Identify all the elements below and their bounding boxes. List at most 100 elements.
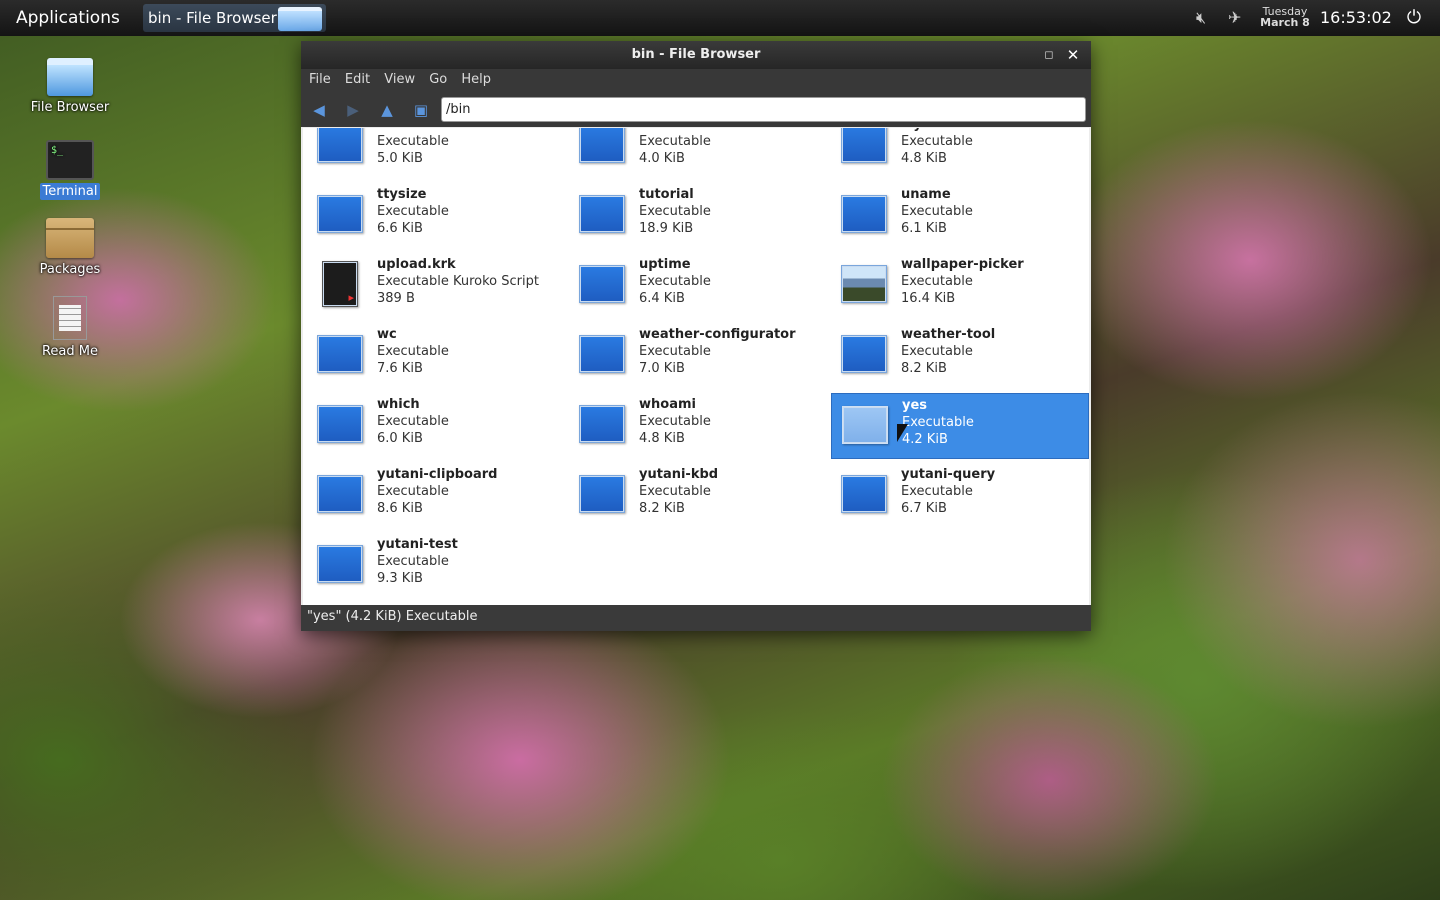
- executable-icon: [317, 335, 363, 373]
- forward-arrow-icon[interactable]: ▶: [341, 98, 365, 122]
- file-item[interactable]: yutani-clipboard Executable 8.6 KiB: [307, 463, 565, 529]
- file-size: 4.0 KiB: [639, 151, 685, 166]
- file-name: tutorial: [639, 187, 694, 202]
- file-item[interactable]: tutorial Executable 18.9 KiB: [569, 183, 827, 249]
- executable-icon: [579, 335, 625, 373]
- file-item[interactable]: yes Executable 4.2 KiB: [831, 393, 1089, 459]
- desktop-icon-packages[interactable]: Packages: [10, 218, 130, 277]
- file-type: Executable: [377, 484, 449, 499]
- file-size: 389 B: [377, 291, 415, 306]
- file-name: upload.krk: [377, 257, 456, 272]
- executable-icon: [842, 406, 888, 444]
- file-name: true: [639, 128, 670, 132]
- power-icon[interactable]: ⏻: [1404, 6, 1424, 30]
- date-day: March 8: [1260, 16, 1310, 29]
- clock[interactable]: 16:53:02: [1320, 0, 1392, 36]
- menu-bar: File Edit View Go Help: [301, 69, 1091, 93]
- wallpaper-icon: [841, 265, 887, 303]
- menu-file[interactable]: File: [305, 69, 335, 91]
- volume-muted-icon[interactable]: 🔇︎: [1196, 9, 1220, 27]
- file-item[interactable]: whoami Executable 4.8 KiB: [569, 393, 827, 459]
- file-name: weather-configurator: [639, 327, 796, 342]
- file-type: Executable: [901, 344, 973, 359]
- file-name: touch: [377, 128, 418, 132]
- file-type: Executable Kuroko Script: [377, 274, 539, 289]
- file-item[interactable]: wc Executable 7.6 KiB: [307, 323, 565, 389]
- terminal-icon: $_: [46, 140, 94, 180]
- file-item[interactable]: weather-tool Executable 8.2 KiB: [831, 323, 1089, 389]
- desktop-icon-file-browser[interactable]: File Browser: [10, 58, 130, 115]
- taskbar-item-file-browser[interactable]: bin - File Browser: [143, 4, 326, 32]
- file-name: yes: [902, 398, 928, 413]
- file-size: 9.3 KiB: [377, 571, 423, 586]
- file-type: Executable: [639, 134, 711, 149]
- executable-icon: [841, 195, 887, 233]
- desktop-icon-read-me[interactable]: Read Me: [10, 296, 130, 359]
- executable-icon: [317, 195, 363, 233]
- toolbar: ◀ ▶ ▲ ▣: [301, 93, 1091, 127]
- file-browser-window: bin - File Browser ◻ ✕ File Edit View Go…: [301, 41, 1091, 631]
- file-size: 6.0 KiB: [377, 431, 423, 446]
- window-titlebar[interactable]: bin - File Browser ◻ ✕: [301, 41, 1091, 69]
- file-item[interactable]: touch Executable 5.0 KiB: [307, 128, 565, 179]
- executable-icon: [579, 265, 625, 303]
- file-name: uname: [901, 187, 951, 202]
- file-type: Executable: [901, 274, 973, 289]
- file-name: wc: [377, 327, 397, 342]
- file-item[interactable]: yutani-query Executable 6.7 KiB: [831, 463, 1089, 529]
- file-type: Executable: [639, 204, 711, 219]
- executable-icon: [317, 128, 363, 163]
- file-type: Executable: [901, 484, 973, 499]
- file-size: 7.0 KiB: [639, 361, 685, 376]
- menu-view[interactable]: View: [380, 69, 419, 91]
- file-type: Executable: [901, 204, 973, 219]
- file-type: Executable: [901, 134, 973, 149]
- network-icon[interactable]: ✈︎: [1228, 8, 1250, 28]
- file-name: which: [377, 397, 420, 412]
- file-name: yutani-clipboard: [377, 467, 498, 482]
- date-display[interactable]: Tuesday March 8: [1255, 6, 1315, 28]
- executable-icon: [841, 335, 887, 373]
- file-item[interactable]: true Executable 4.0 KiB: [569, 128, 827, 179]
- file-item[interactable]: wallpaper-picker Executable 16.4 KiB: [831, 253, 1089, 319]
- menu-help[interactable]: Help: [457, 69, 495, 91]
- close-icon[interactable]: ✕: [1065, 41, 1081, 69]
- file-type: Executable: [639, 274, 711, 289]
- file-item[interactable]: which Executable 6.0 KiB: [307, 393, 565, 459]
- file-size: 16.4 KiB: [901, 291, 956, 306]
- file-grid: touch Executable 5.0 KiB true Executable 4.0 …: [303, 128, 1089, 605]
- file-type: Executable: [377, 414, 449, 429]
- file-item[interactable]: yutani-test Executable 9.3 KiB: [307, 533, 565, 599]
- file-item[interactable]: ttysize Executable 6.6 KiB: [307, 183, 565, 249]
- executable-icon: [579, 195, 625, 233]
- file-item[interactable]: tty Executable 4.8 KiB: [831, 128, 1089, 179]
- file-name: whoami: [639, 397, 696, 412]
- menu-go[interactable]: Go: [425, 69, 451, 91]
- executable-icon: [317, 405, 363, 443]
- back-arrow-icon[interactable]: ◀: [307, 98, 331, 122]
- maximize-icon[interactable]: ◻: [1041, 41, 1057, 69]
- menu-edit[interactable]: Edit: [341, 69, 374, 91]
- desktop-icon-terminal[interactable]: $_ Terminal: [10, 140, 130, 200]
- file-name: yutani-test: [377, 537, 458, 552]
- folder-icon: [278, 7, 322, 31]
- file-item[interactable]: weather-configurator Executable 7.0 KiB: [569, 323, 827, 389]
- executable-icon: [841, 128, 887, 163]
- up-arrow-icon[interactable]: ▲: [375, 98, 399, 122]
- file-item[interactable]: yutani-kbd Executable 8.2 KiB: [569, 463, 827, 529]
- file-size: 8.2 KiB: [639, 501, 685, 516]
- file-size: 6.6 KiB: [377, 221, 423, 236]
- file-item[interactable]: uname Executable 6.1 KiB: [831, 183, 1089, 249]
- file-type: Executable: [377, 204, 449, 219]
- file-item[interactable]: uptime Executable 6.4 KiB: [569, 253, 827, 319]
- file-item[interactable]: upload.krk Executable Kuroko Script 389 B: [307, 253, 565, 319]
- file-size: 6.4 KiB: [639, 291, 685, 306]
- top-panel: Applications bin - File Browser 🔇︎ ✈︎ Tu…: [0, 0, 1440, 36]
- folder-icon: [47, 58, 93, 96]
- path-input[interactable]: [441, 97, 1086, 122]
- file-size: 7.6 KiB: [377, 361, 423, 376]
- file-name: tty: [901, 128, 922, 132]
- home-folder-icon[interactable]: ▣: [409, 98, 433, 122]
- file-name: ttysize: [377, 187, 427, 202]
- applications-menu-button[interactable]: Applications: [4, 4, 132, 32]
